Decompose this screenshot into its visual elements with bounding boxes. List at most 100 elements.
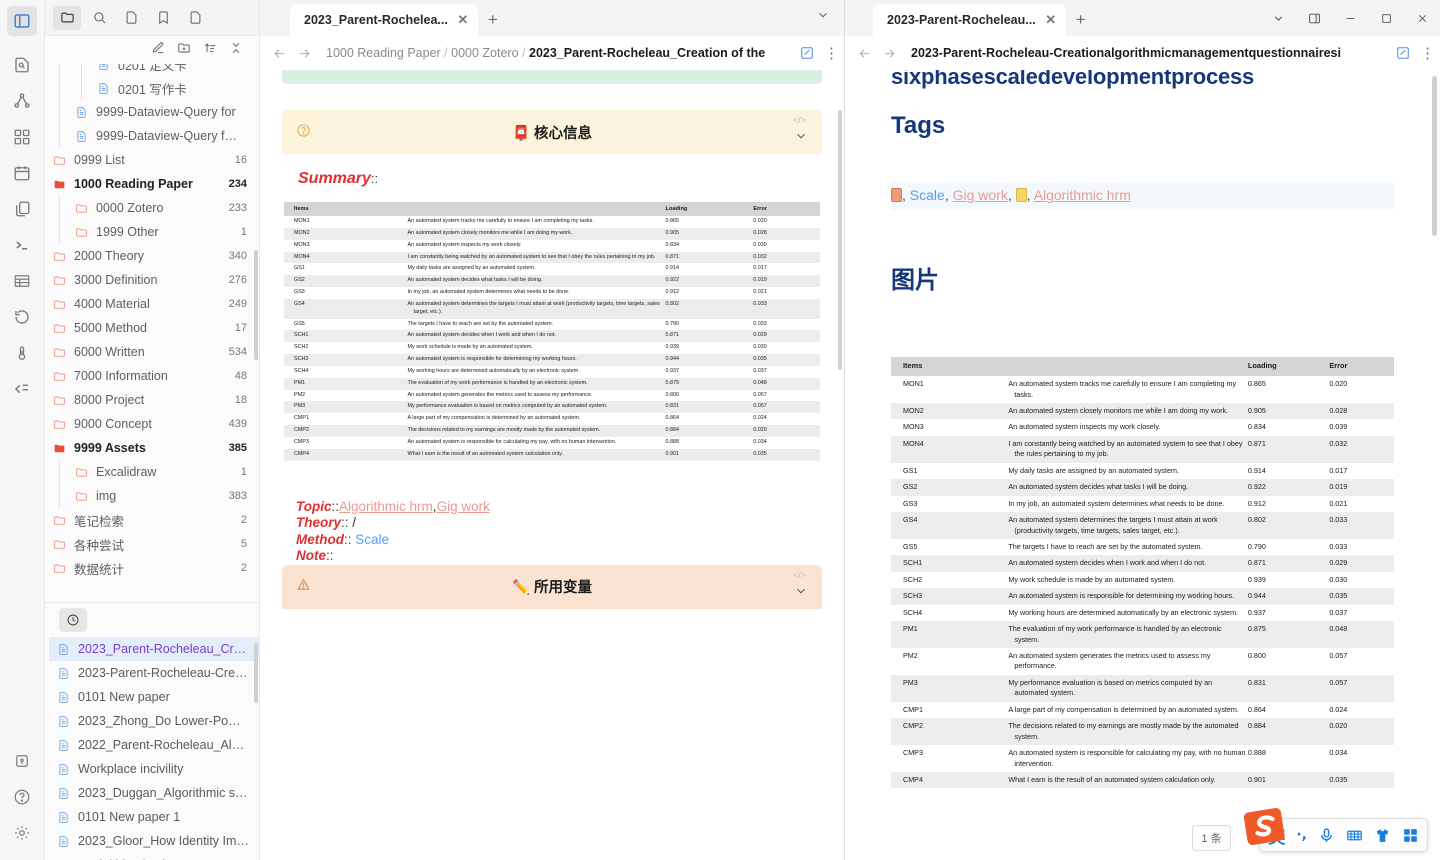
tag-link[interactable]: Gig work	[953, 187, 1008, 203]
thermometer-icon[interactable]	[7, 338, 37, 368]
tree-folder-item[interactable]: 6000 Written 534	[45, 340, 259, 364]
tree-folder-item[interactable]: 1000 Reading Paper 234	[45, 172, 259, 196]
tree-folder-item[interactable]: 0999 List 16	[45, 148, 259, 172]
new-note-button[interactable]	[151, 41, 165, 60]
recent-file-item[interactable]: 2023_Parent-Rocheleau_Creati...	[49, 637, 259, 661]
edit-mode-icon[interactable]	[800, 46, 814, 60]
forward-arrow-icon[interactable]	[882, 46, 897, 61]
graph-view-icon[interactable]	[7, 86, 37, 116]
forward-arrow-icon[interactable]	[297, 46, 312, 61]
tree-folder-item[interactable]: 8000 Project 18	[45, 388, 259, 412]
meta-link[interactable]: Gig work	[437, 499, 490, 514]
clock-icon[interactable]	[59, 608, 87, 632]
copy-files-icon[interactable]	[7, 194, 37, 224]
tree-folder-item[interactable]: Excalidraw 1	[45, 460, 259, 484]
new-folder-button[interactable]	[177, 41, 191, 60]
tree-folder-item[interactable]: 2000 Theory 340	[45, 244, 259, 268]
table-icon[interactable]	[7, 266, 37, 296]
tag-link[interactable]: Scale	[910, 187, 945, 203]
chevron-down-icon[interactable]	[794, 129, 808, 148]
editor-document[interactable]: 📮 核心信息 </> Summary:: Items Loading Error MO…	[260, 70, 844, 860]
explorer-scrollbar[interactable]	[254, 250, 258, 360]
right-scrollbar[interactable]	[1432, 76, 1437, 236]
toggle-sidebar-icon[interactable]	[7, 6, 37, 36]
more-options-icon[interactable]: ⋮	[1420, 44, 1435, 62]
tag-link[interactable]: Algorithmic hrm	[1034, 187, 1131, 203]
maximize-button[interactable]	[1368, 3, 1404, 33]
editor-scrollbar[interactable]	[838, 110, 842, 370]
new-tab-button[interactable]: +	[488, 10, 498, 30]
tree-folder-item[interactable]: 笔记检索 2	[45, 508, 259, 532]
ime-punctuation-toggle[interactable]: ·,	[1296, 827, 1307, 843]
history-icon[interactable]	[7, 302, 37, 332]
ime-keyboard-icon[interactable]	[1346, 827, 1363, 844]
recent-files-list[interactable]: 2023_Parent-Rocheleau_Creati... 2023-Pare…	[45, 637, 259, 860]
back-arrow-icon[interactable]	[857, 46, 872, 61]
search-file-icon[interactable]	[7, 50, 37, 80]
sogou-logo-icon[interactable]	[1242, 807, 1288, 849]
meta-link[interactable]: Scale	[352, 532, 389, 547]
callout-core-info-header[interactable]: 📮 核心信息 </>	[282, 110, 822, 154]
tree-file-item[interactable]: 0201 写作卡	[45, 76, 259, 100]
minimize-button[interactable]	[1332, 3, 1368, 33]
tree-folder-item[interactable]: 5000 Method 17	[45, 316, 259, 340]
chevron-down-icon[interactable]	[816, 8, 830, 27]
plugin-icon[interactable]	[7, 746, 37, 776]
tree-folder-item[interactable]: 9999 Assets 385	[45, 436, 259, 460]
tree-folder-item[interactable]: 各种尝试 5	[45, 532, 259, 556]
tree-folder-item[interactable]: img 383	[45, 484, 259, 508]
close-tab-icon[interactable]: ✕	[1044, 12, 1058, 28]
ime-voice-input-icon[interactable]	[1318, 827, 1335, 844]
more-options-icon[interactable]: ⋮	[824, 44, 839, 62]
help-icon[interactable]	[7, 782, 37, 812]
terminal-icon[interactable]	[7, 230, 37, 260]
code-toggle-mark[interactable]: </>	[793, 570, 806, 580]
collapse-all-button[interactable]	[229, 41, 243, 60]
tree-folder-item[interactable]: 7000 Information 48	[45, 364, 259, 388]
recent-scrollbar[interactable]	[254, 643, 258, 703]
recent-file-item[interactable]: Workplace incivility	[49, 757, 259, 781]
recent-file-item[interactable]: 2023_Zhong_Do Lower-Power...	[49, 709, 259, 733]
recent-file-item[interactable]: 0101 New paper	[49, 685, 259, 709]
new-tab-button[interactable]: +	[1076, 10, 1086, 30]
tree-file-item[interactable]: 9999-Dataview-Query for	[45, 100, 259, 124]
ime-skin-icon[interactable]	[1374, 827, 1391, 844]
toggle-right-sidebar-icon[interactable]	[1296, 3, 1332, 33]
tab-search[interactable]	[85, 6, 113, 30]
tags-list[interactable]: , Scale, Gig work, , Algorithmic hrm	[891, 182, 1394, 211]
templater-icon[interactable]	[7, 374, 37, 404]
settings-gear-icon[interactable]	[7, 818, 37, 848]
recent-file-item[interactable]: 2023-Parent-Rocheleau-Creati...	[49, 661, 259, 685]
tab-files[interactable]	[53, 5, 81, 30]
edit-mode-icon[interactable]	[1396, 46, 1410, 60]
sort-button[interactable]	[203, 41, 217, 60]
tree-file-item[interactable]: 9999-Dataview-Query for T...	[45, 124, 259, 148]
tab-list-chevron-icon[interactable]	[1260, 3, 1296, 33]
tab-bookmarks[interactable]	[149, 6, 177, 30]
callout-used-variables-header[interactable]: ✏️ 所用变量 </>	[282, 564, 822, 609]
tree-folder-item[interactable]: 0000 Zotero 233	[45, 196, 259, 220]
right-tab-active[interactable]: 2023-Parent-Rocheleau... ✕	[873, 4, 1066, 36]
code-toggle-mark[interactable]: </>	[793, 115, 806, 125]
editor-tab-active[interactable]: 2023_Parent-Rochelea... ✕	[290, 4, 478, 36]
right-breadcrumb[interactable]: 2023-Parent-Rocheleau-Creationalgorithmi…	[911, 46, 1386, 60]
tree-file-item[interactable]: 0201 定义卡	[45, 64, 259, 76]
recent-file-item[interactable]: 2023_Gloor_How Identity Imp...	[49, 829, 259, 853]
tab-all-files[interactable]	[117, 6, 145, 30]
tab-outline[interactable]	[181, 6, 209, 30]
calendar-icon[interactable]	[7, 158, 37, 188]
tree-folder-item[interactable]: 4000 Material 249	[45, 292, 259, 316]
recent-file-item[interactable]: 2023_Duggan_Algorithmic sp...	[49, 781, 259, 805]
chevron-down-icon[interactable]	[794, 584, 808, 603]
canvas-icon[interactable]	[7, 122, 37, 152]
back-arrow-icon[interactable]	[272, 46, 287, 61]
tree-folder-item[interactable]: 3000 Definition 276	[45, 268, 259, 292]
close-tab-icon[interactable]: ✕	[456, 12, 470, 28]
ime-toolbox-icon[interactable]	[1402, 827, 1419, 844]
tree-folder-item[interactable]: 1999 Other 1	[45, 220, 259, 244]
right-document[interactable]: sixphasescaledevelopmentprocess Tags , S…	[845, 70, 1440, 860]
close-window-button[interactable]	[1404, 3, 1440, 33]
recent-file-item[interactable]: 2022_Parent-Rocheleau_Algori...	[49, 733, 259, 757]
tree-folder-item[interactable]: 9000 Concept 439	[45, 412, 259, 436]
meta-link[interactable]: Algorithmic hrm	[339, 499, 433, 514]
